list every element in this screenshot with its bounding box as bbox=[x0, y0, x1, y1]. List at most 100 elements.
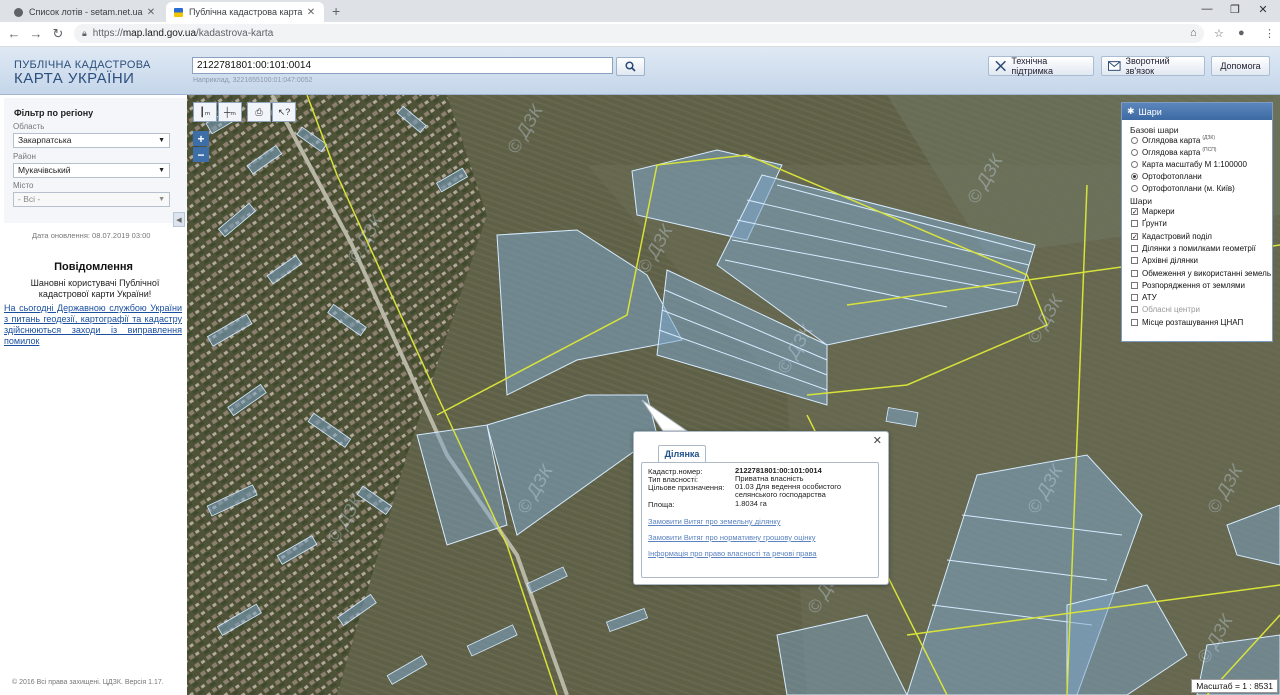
search-button[interactable] bbox=[616, 57, 645, 76]
base-layer-source: (ПСП) bbox=[1202, 146, 1217, 153]
measure-length-button[interactable]: ┃ₘ bbox=[193, 102, 217, 122]
layer-label: Кадастровий поділ bbox=[1142, 231, 1212, 241]
radio-icon[interactable] bbox=[1131, 149, 1138, 156]
checkbox-checked-icon[interactable]: ✓ bbox=[1131, 208, 1138, 216]
layer-option[interactable]: Обласні центри bbox=[1131, 305, 1200, 314]
profile-icon[interactable]: ● bbox=[1238, 27, 1245, 39]
minimize-icon[interactable]: — bbox=[1196, 3, 1218, 15]
gear-icon: ✱ bbox=[1127, 106, 1135, 116]
left-sidebar: Фільтр по регіону Область Закарпатська ▼ … bbox=[0, 95, 188, 695]
bookmark-star-icon[interactable]: ☆ bbox=[1214, 27, 1224, 40]
checkbox-icon[interactable] bbox=[1131, 281, 1138, 289]
dropdown-arrow-icon: ▼ bbox=[158, 137, 165, 144]
city-select[interactable]: - Всі - ▼ bbox=[13, 192, 170, 207]
base-layer-option[interactable]: Карта масштабу М 1:100000 bbox=[1131, 160, 1247, 169]
map-canvas[interactable]: © ДЗК © ДЗК © ДЗК © ДЗК © ДЗК © ДЗК © ДЗ… bbox=[187, 95, 1280, 695]
order-valuation-link[interactable]: Замовити Витяг про нормативну грошову оц… bbox=[648, 533, 815, 542]
url-path: /kadastrova-karta bbox=[196, 28, 274, 39]
close-tab-icon[interactable]: ✕ bbox=[304, 7, 318, 18]
radio-icon[interactable] bbox=[1131, 173, 1138, 180]
ukraine-flag-icon bbox=[174, 7, 183, 17]
layer-option[interactable]: ✓ Маркери bbox=[1131, 207, 1175, 216]
layer-option[interactable]: ✓ Кадастровий поділ bbox=[1131, 232, 1212, 241]
browser-tab-setam[interactable]: Список лотів - setam.net.ua ✕ bbox=[6, 2, 164, 22]
close-window-icon[interactable]: ✕ bbox=[1252, 3, 1274, 16]
printer-icon: ⎙ bbox=[255, 106, 263, 117]
row-purpose: Цільове призначення: 01.03 Для ведення о… bbox=[648, 483, 875, 499]
zoom-out-button[interactable]: − bbox=[193, 147, 209, 162]
lock-icon: 🔒︎ bbox=[82, 28, 87, 38]
layer-option[interactable]: АТУ bbox=[1131, 293, 1157, 302]
support-label: Технічна підтримка bbox=[1011, 56, 1053, 76]
zoom-in-button[interactable]: + bbox=[193, 131, 209, 146]
forward-icon[interactable]: → bbox=[28, 26, 44, 41]
layer-option[interactable]: Ґрунти bbox=[1131, 219, 1167, 228]
radio-icon[interactable] bbox=[1131, 137, 1138, 144]
city-value: - Всі - bbox=[18, 194, 41, 204]
new-tab-icon[interactable]: + bbox=[332, 3, 340, 19]
collapse-sidebar-button[interactable]: ◀ bbox=[173, 212, 185, 227]
address-bar[interactable]: 🔒︎ https://map.land.gov.ua/kadastrova-ka… bbox=[74, 24, 1204, 43]
layer-label: Обмеження у використанні земель bbox=[1142, 268, 1271, 278]
base-layer-option[interactable]: Ортофотоплани bbox=[1131, 172, 1202, 181]
feedback-button[interactable]: Зворотний зв'язок bbox=[1101, 56, 1205, 76]
base-layer-option[interactable]: Оглядова карта (ДЗК) bbox=[1131, 135, 1215, 145]
cadastral-search-input[interactable]: 2122781801:00:101:0014 bbox=[192, 57, 613, 74]
dropdown-arrow-icon: ▼ bbox=[158, 167, 165, 174]
oblast-value: Закарпатська bbox=[18, 135, 72, 145]
layer-option[interactable]: Обмеження у використанні земель bbox=[1131, 269, 1271, 278]
update-date: Дата оновлення: 08.07.2019 03:00 bbox=[32, 231, 151, 240]
message-link[interactable]: На сьогодні Державною службою України з … bbox=[4, 303, 182, 347]
print-button[interactable]: ⎙ bbox=[247, 102, 271, 122]
parcel-tab[interactable]: Ділянка bbox=[658, 445, 706, 462]
oblast-select[interactable]: Закарпатська ▼ bbox=[13, 133, 170, 148]
identify-button[interactable]: ↖? bbox=[272, 102, 296, 122]
checkbox-checked-icon[interactable]: ✓ bbox=[1131, 232, 1138, 241]
checkbox-icon[interactable] bbox=[1131, 257, 1138, 265]
radio-icon[interactable] bbox=[1131, 161, 1138, 168]
orthophoto-map: © ДЗК © ДЗК © ДЗК © ДЗК © ДЗК © ДЗК © ДЗ… bbox=[187, 95, 1280, 695]
base-layer-label: Карта масштабу М 1:100000 bbox=[1142, 160, 1247, 169]
area-key: Площа: bbox=[648, 500, 675, 509]
close-icon[interactable]: ✕ bbox=[873, 434, 882, 447]
back-icon[interactable]: ← bbox=[6, 26, 22, 41]
layers-panel: ✱ Шари Базові шари Оглядова карта (ДЗК) Ог… bbox=[1121, 102, 1273, 342]
copyright: © 2016 Всі права захищені. ЦДЗК. Версія … bbox=[12, 679, 164, 686]
maximize-icon[interactable]: ❐ bbox=[1224, 3, 1246, 16]
checkbox-icon[interactable] bbox=[1131, 318, 1138, 326]
close-tab-icon[interactable]: ✕ bbox=[144, 7, 158, 18]
layer-option[interactable]: Архівні ділянки bbox=[1131, 256, 1198, 265]
filter-title: Фільтр по регіону bbox=[14, 108, 94, 118]
order-extract-link[interactable]: Замовити Витяг про земельну ділянку bbox=[648, 517, 781, 526]
checkbox-icon[interactable] bbox=[1131, 244, 1138, 252]
checkbox-icon[interactable] bbox=[1131, 294, 1138, 302]
menu-dots-icon[interactable]: ⋮ bbox=[1264, 27, 1275, 40]
layer-option[interactable]: Розпорядження от землями bbox=[1131, 281, 1245, 290]
ownership-info-link[interactable]: Інформація про право власності та речові… bbox=[648, 549, 817, 558]
layers-header[interactable]: ✱ Шари bbox=[1122, 103, 1272, 120]
area-value: 1.8034 га bbox=[735, 499, 767, 508]
base-layer-option[interactable]: Оглядова карта (ПСП) bbox=[1131, 146, 1217, 157]
tab-title: Список лотів - setam.net.ua bbox=[29, 7, 143, 17]
checkbox-icon[interactable] bbox=[1131, 306, 1138, 314]
layers-section-title: Шари bbox=[1130, 196, 1152, 206]
parcel-info: Кадастр.номер: 2122781801:00:101:0014 Ти… bbox=[641, 462, 879, 578]
checkbox-icon[interactable] bbox=[1131, 220, 1138, 228]
layer-label: Архівні ділянки bbox=[1142, 256, 1198, 266]
support-button[interactable]: Технічна підтримка bbox=[988, 56, 1094, 76]
layer-label: АТУ bbox=[1142, 293, 1157, 303]
measure-area-button[interactable]: ┼ₘ bbox=[218, 102, 242, 122]
reload-icon[interactable]: ↻ bbox=[50, 26, 66, 42]
layer-option[interactable]: Місце розташування ЦНАП bbox=[1131, 318, 1243, 327]
checkbox-icon[interactable] bbox=[1131, 269, 1138, 277]
help-button[interactable]: Допомога bbox=[1211, 56, 1270, 76]
translate-icon[interactable]: ⌂ bbox=[1190, 27, 1197, 39]
map-toolbar: ┃ₘ ┼ₘ ⎙ ↖? bbox=[193, 102, 296, 122]
base-layer-option[interactable]: Ортофотоплани (м. Київ) bbox=[1131, 184, 1235, 193]
globe-icon bbox=[14, 7, 23, 17]
oblast-label: Область bbox=[13, 122, 45, 131]
browser-tab-cadastral-map[interactable]: Публічна кадастрова карта Укр... ✕ bbox=[166, 2, 324, 22]
layer-option[interactable]: Ділянки з помилками геометрії bbox=[1131, 244, 1256, 253]
rayon-select[interactable]: Мукачівський ▼ bbox=[13, 163, 170, 178]
radio-icon[interactable] bbox=[1131, 185, 1138, 192]
